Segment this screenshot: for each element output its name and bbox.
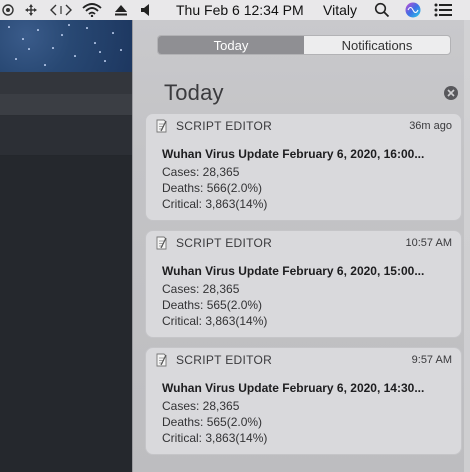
script-editor-icon [156,353,167,367]
close-icon [447,89,455,97]
volume-icon[interactable] [140,2,154,18]
notification-title: Wuhan Virus Update February 6, 2020, 15:… [162,264,425,278]
siri-icon[interactable] [405,2,421,18]
notification-app-name: SCRIPT EDITOR [176,236,273,250]
notification-time: 9:57 AM [411,354,452,366]
notification-cases: Cases: 28,365 [162,282,240,296]
notification-critical: Critical: 3,863(14%) [162,431,268,445]
notification-app-name: SCRIPT EDITOR [176,353,273,367]
record-icon[interactable] [2,2,14,18]
notification-card[interactable]: SCRIPT EDITOR 36m ago Wuhan Virus Update… [145,113,462,221]
notification-title: Wuhan Virus Update February 6, 2020, 16:… [162,147,425,161]
clear-all-button[interactable] [444,86,458,100]
notification-header: SCRIPT EDITOR 36m ago [146,114,461,138]
tab-notifications[interactable]: Notifications [304,36,450,54]
wallpaper [0,20,132,72]
wifi-icon[interactable] [82,2,102,18]
notification-deaths: Deaths: 566(2.0%) [162,181,263,195]
script-editor-icon [156,236,167,250]
search-icon[interactable] [374,2,390,18]
notification-deaths: Deaths: 565(2.0%) [162,415,263,429]
notification-time: 36m ago [409,120,452,132]
move-icon[interactable] [24,2,38,18]
notification-title: Wuhan Virus Update February 6, 2020, 14:… [162,381,425,395]
script-editor-icon [156,119,167,133]
menu-bar: Thu Feb 6 12:34 PM Vitaly [0,0,470,20]
notification-deaths: Deaths: 565(2.0%) [162,298,263,312]
notification-card[interactable]: SCRIPT EDITOR 9:57 AM Wuhan Virus Update… [145,347,462,455]
notification-cases: Cases: 28,365 [162,399,240,413]
window-titlebar[interactable] [0,72,132,94]
notification-app-name: SCRIPT EDITOR [176,119,273,133]
window-content [0,156,132,472]
notification-time: 10:57 AM [405,237,452,249]
notification-center-icon[interactable] [434,2,452,18]
panel-edge [464,20,470,472]
view-segmented-control: Today Notifications [157,35,451,55]
notification-center-panel: Today Notifications Today SCRIPT EDITOR … [132,20,470,472]
notification-header: SCRIPT EDITOR 9:57 AM [146,348,461,372]
tab-today[interactable]: Today [158,36,304,54]
notification-critical: Critical: 3,863(14%) [162,314,268,328]
notification-critical: Critical: 3,863(14%) [162,197,268,211]
section-title: Today [164,80,224,105]
user-menu[interactable]: Vitaly [323,2,357,18]
code-icon[interactable] [50,2,72,18]
clock[interactable]: Thu Feb 6 12:34 PM [176,2,304,18]
window-toolbar [0,94,132,116]
notification-cases: Cases: 28,365 [162,165,240,179]
eject-icon[interactable] [114,2,128,18]
notification-card[interactable]: SCRIPT EDITOR 10:57 AM Wuhan Virus Updat… [145,230,462,338]
notification-header: SCRIPT EDITOR 10:57 AM [146,231,461,255]
window-header [0,116,132,156]
desktop-background [0,20,132,472]
